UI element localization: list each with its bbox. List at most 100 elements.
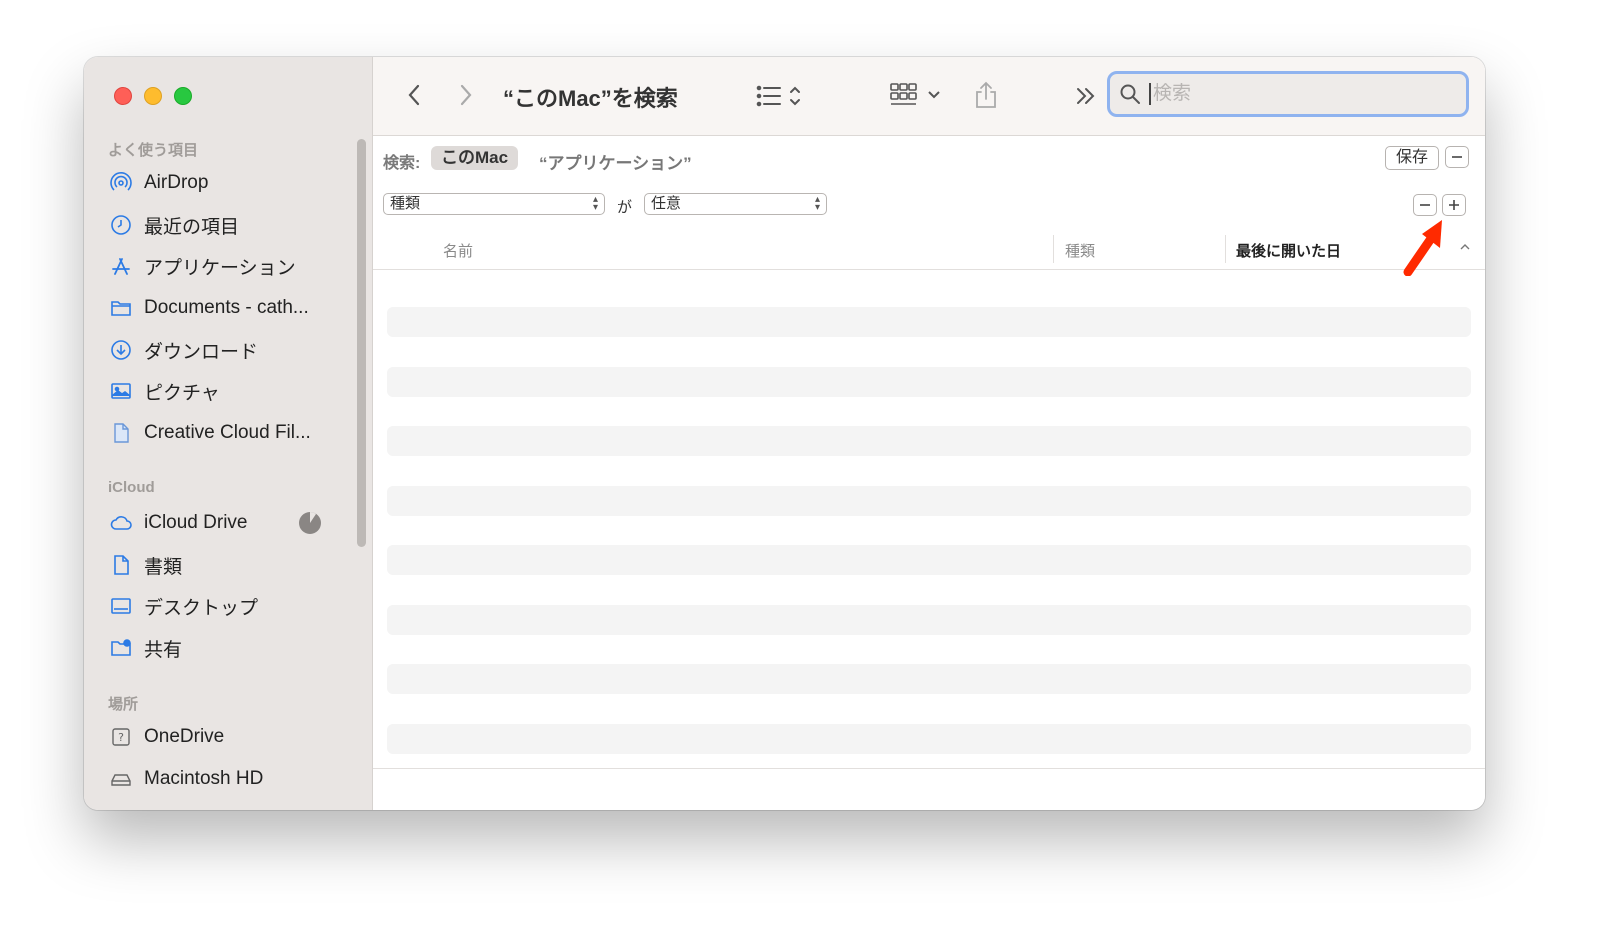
column-name[interactable]: 名前: [443, 240, 473, 261]
sidebar-item-label: AirDrop: [144, 172, 209, 193]
close-button[interactable]: [114, 87, 132, 105]
scope-applications-button[interactable]: “アプリケーション”: [539, 149, 692, 174]
search-input[interactable]: 検索: [1149, 83, 1191, 105]
list-item[interactable]: [387, 307, 1471, 337]
sync-progress-icon: [298, 511, 322, 535]
sidebar-item-documents-icloud[interactable]: 書類: [108, 548, 182, 582]
sidebar-item-desktop[interactable]: デスクトップ: [108, 589, 258, 623]
list-item[interactable]: [387, 426, 1471, 456]
document-icon: [108, 552, 134, 578]
value-popup[interactable]: 任意 ▴ ▾: [644, 193, 827, 215]
sidebar-item-label: ピクチャ: [144, 382, 220, 404]
toolbar: “このMac”を検索 検索: [373, 57, 1485, 136]
updown-chevron-icon: ▴ ▾: [814, 194, 820, 213]
clock-icon: [108, 212, 134, 238]
sidebar-item-shared[interactable]: 共有: [108, 631, 182, 665]
remove-criteria-button[interactable]: [1413, 194, 1437, 216]
sidebar-item-label: デスクトップ: [144, 597, 259, 619]
column-divider[interactable]: [1225, 235, 1226, 263]
search-icon: [1120, 84, 1140, 104]
status-divider: [373, 768, 1485, 769]
column-kind[interactable]: 種類: [1065, 240, 1095, 261]
applications-icon: [108, 253, 134, 279]
column-header: 名前 種類 最後に開いた日: [373, 229, 1485, 270]
chevron-right-icon: [460, 84, 472, 106]
sidebar-item-creative-cloud[interactable]: Creative Cloud Fil...: [108, 416, 311, 450]
sidebar-item-label: Macintosh HD: [144, 768, 264, 789]
sidebar-item-label: ダウンロード: [144, 341, 259, 363]
save-search-button[interactable]: 保存: [1385, 146, 1439, 170]
window-title: “このMac”を検索: [503, 86, 678, 111]
document-icon: [108, 420, 134, 446]
search-scope-bar: 検索: このMac “アプリケーション” 保存: [373, 136, 1485, 183]
sidebar-item-recents[interactable]: 最近の項目: [108, 208, 239, 242]
cloud-icon: [108, 510, 134, 536]
list-item[interactable]: [387, 367, 1471, 397]
more-toolbar-button[interactable]: [1073, 83, 1099, 109]
list-item[interactable]: [387, 605, 1471, 635]
sidebar-item-label: Documents - cath...: [144, 297, 309, 318]
share-button[interactable]: [971, 77, 1001, 113]
plus-icon: [1449, 200, 1459, 210]
airdrop-icon: [108, 170, 134, 196]
grid-view-icon: [890, 83, 940, 105]
folder-icon: [108, 295, 134, 321]
updown-chevron-icon: ▴ ▾: [592, 194, 598, 213]
sort-ascending-icon[interactable]: [1459, 241, 1471, 253]
main-content: “このMac”を検索 検索 検索: このMac “アプリケーション” 保存 種類…: [373, 57, 1485, 810]
list-item[interactable]: [387, 664, 1471, 694]
chevron-left-icon: [408, 84, 420, 106]
sidebar-item-applications[interactable]: アプリケーション: [108, 249, 296, 283]
minus-icon: [1420, 204, 1430, 206]
sidebar-item-label: 共有: [144, 639, 183, 661]
list-view-icon: [756, 85, 800, 107]
sidebar-item-label: アプリケーション: [144, 257, 296, 279]
sidebar-item-documents[interactable]: Documents - cath...: [108, 291, 309, 325]
attribute-popup[interactable]: 種類 ▴ ▾: [383, 193, 605, 215]
remove-search-button[interactable]: [1445, 146, 1469, 168]
download-icon: [108, 337, 134, 363]
svg-text:?: ?: [118, 731, 124, 744]
sidebar-section-icloud: iCloud: [108, 479, 155, 496]
scope-label: 検索:: [383, 155, 421, 172]
search-field[interactable]: 検索: [1107, 71, 1469, 117]
shared-folder-icon: [108, 635, 134, 661]
column-divider[interactable]: [1053, 235, 1054, 263]
sidebar-item-macintosh-hd[interactable]: Macintosh HD: [108, 762, 263, 796]
pictures-icon: [108, 378, 134, 404]
share-icon: [976, 81, 996, 108]
group-button[interactable]: [888, 79, 946, 111]
sidebar-item-downloads[interactable]: ダウンロード: [108, 333, 258, 367]
sidebar-scrollbar[interactable]: [357, 139, 366, 547]
criteria-connector: が: [617, 199, 633, 216]
sidebar-item-pictures[interactable]: ピクチャ: [108, 374, 220, 408]
sidebar: よく使う項目 AirDrop 最近の項目 アプリケーション Documents …: [84, 57, 373, 810]
sidebar-item-label: 書類: [144, 556, 183, 578]
add-criteria-button[interactable]: [1442, 194, 1466, 216]
sidebar-item-label: Creative Cloud Fil...: [144, 422, 311, 443]
sidebar-section-favorites: よく使う項目: [108, 142, 199, 159]
list-item[interactable]: [387, 486, 1471, 516]
sidebar-item-onedrive[interactable]: ? OneDrive: [108, 720, 224, 754]
zoom-button[interactable]: [174, 87, 192, 105]
forward-button[interactable]: [451, 79, 481, 111]
desktop-icon: [108, 593, 134, 619]
sidebar-item-label: iCloud Drive: [144, 512, 248, 533]
sidebar-item-airdrop[interactable]: AirDrop: [108, 166, 208, 200]
window-controls: [114, 87, 192, 105]
sidebar-item-label: OneDrive: [144, 726, 225, 747]
back-button[interactable]: [399, 79, 429, 111]
annotation-arrow-icon: [1403, 220, 1442, 276]
sidebar-section-locations: 場所: [108, 696, 139, 713]
finder-window: よく使う項目 AirDrop 最近の項目 アプリケーション Documents …: [84, 57, 1485, 810]
column-last-opened[interactable]: 最後に開いた日: [1236, 240, 1341, 261]
list-item[interactable]: [387, 545, 1471, 575]
double-chevron-right-icon: [1077, 88, 1095, 104]
criteria-value: 任意: [651, 195, 682, 212]
minus-icon: [1452, 156, 1462, 158]
view-options-button[interactable]: [753, 81, 813, 111]
list-item[interactable]: [387, 724, 1471, 754]
scope-this-mac-button[interactable]: このMac: [431, 146, 519, 170]
minimize-button[interactable]: [144, 87, 162, 105]
search-criteria-row: 種類 ▴ ▾ が 任意 ▴ ▾: [373, 182, 1485, 230]
